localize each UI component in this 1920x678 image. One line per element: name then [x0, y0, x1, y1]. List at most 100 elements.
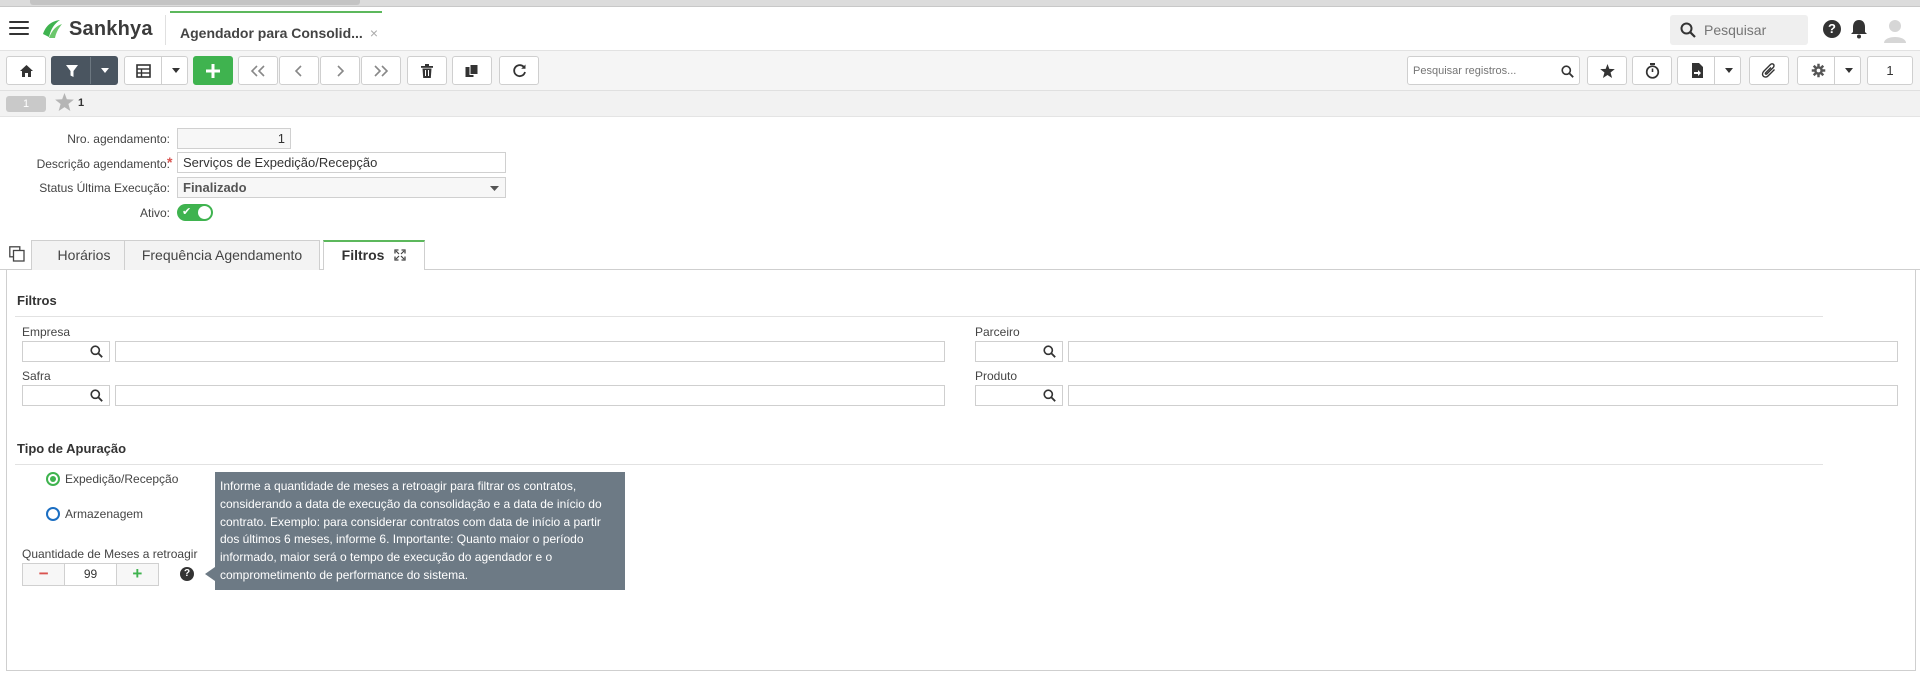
- radio-armazenagem-label: Armazenagem: [65, 507, 144, 521]
- star-icon: [1599, 63, 1615, 78]
- browser-tab-strip: [0, 0, 1920, 7]
- empresa-code-field[interactable]: [22, 341, 110, 362]
- status-ultima-execucao-label: Status Última Execução:: [39, 181, 170, 195]
- home-button[interactable]: [6, 56, 46, 85]
- refresh-icon: [512, 64, 526, 78]
- parceiro-description-field[interactable]: [1068, 341, 1898, 362]
- ativo-toggle[interactable]: ✔: [177, 204, 213, 221]
- radio-selected-icon: [46, 472, 60, 486]
- brand-logo[interactable]: Sankhya: [40, 16, 153, 42]
- expand-icon[interactable]: [394, 249, 406, 261]
- parceiro-label: Parceiro: [975, 325, 1020, 339]
- trash-icon: [421, 63, 433, 78]
- produto-code-field[interactable]: [975, 385, 1063, 406]
- refresh-button[interactable]: [499, 56, 539, 85]
- nro-agendamento-field[interactable]: 1: [177, 128, 291, 149]
- app-tab-title: Agendador para Consolid...: [180, 25, 363, 41]
- tab-horarios[interactable]: Horários: [31, 240, 137, 270]
- browser-tab[interactable]: [30, 0, 360, 5]
- attach-button[interactable]: [1749, 56, 1789, 85]
- double-chevron-right-icon: [374, 64, 389, 77]
- meses-retroagir-input[interactable]: 99: [64, 564, 117, 585]
- radio-expedicao-recepcao[interactable]: Expedição/Recepção: [46, 472, 178, 486]
- tooltip-arrow: [205, 567, 215, 581]
- tab-frequencia-agendamento[interactable]: Frequência Agendamento: [124, 240, 320, 270]
- help-tooltip: Informe a quantidade de meses a retroagi…: [215, 472, 625, 590]
- record-search-input[interactable]: [1413, 64, 1563, 77]
- global-search-input[interactable]: [1704, 22, 1804, 38]
- chevron-down-icon[interactable]: [1725, 68, 1733, 73]
- chevron-down-icon[interactable]: [172, 68, 180, 73]
- help-icon[interactable]: ?: [1823, 20, 1841, 38]
- meses-retroagir-stepper: − 99 +: [22, 563, 159, 586]
- first-record-button[interactable]: [238, 56, 278, 85]
- report-button[interactable]: [1677, 56, 1741, 85]
- radio-expedicao-label: Expedição/Recepção: [65, 472, 179, 486]
- help-icon[interactable]: ?: [180, 567, 194, 581]
- section-divider: [15, 464, 1823, 465]
- produto-description-field[interactable]: [1068, 385, 1898, 406]
- add-icon: [206, 63, 220, 78]
- record-pill[interactable]: 1: [6, 96, 46, 112]
- required-marker: *: [167, 154, 173, 170]
- search-icon[interactable]: [1561, 65, 1574, 78]
- status-ultima-execucao-select[interactable]: Finalizado: [177, 177, 506, 198]
- chevron-down-icon[interactable]: [1845, 68, 1853, 73]
- search-icon[interactable]: [1043, 345, 1056, 358]
- decrement-button[interactable]: −: [23, 564, 64, 585]
- settings-button[interactable]: [1797, 56, 1861, 85]
- descricao-agendamento-label: Descrição agendamento:: [36, 157, 170, 171]
- page-number-input[interactable]: 1: [1867, 56, 1913, 85]
- menu-icon[interactable]: [9, 21, 29, 37]
- record-bar: 1 1: [0, 91, 1920, 117]
- bell-icon[interactable]: [1850, 19, 1868, 39]
- star-icon[interactable]: [55, 93, 74, 111]
- empresa-description-field[interactable]: [115, 341, 945, 362]
- parceiro-code-field[interactable]: [975, 341, 1063, 362]
- copy-icon[interactable]: [9, 246, 25, 262]
- search-icon[interactable]: [1043, 389, 1056, 402]
- avatar[interactable]: [1882, 17, 1908, 43]
- previous-record-button[interactable]: [279, 56, 319, 85]
- add-button[interactable]: [193, 56, 233, 85]
- next-record-button[interactable]: [320, 56, 360, 85]
- double-chevron-left-icon: [250, 64, 265, 77]
- timer-button[interactable]: [1632, 56, 1672, 85]
- close-icon[interactable]: ×: [370, 25, 378, 41]
- global-search[interactable]: [1670, 15, 1808, 45]
- favorite-button[interactable]: [1587, 56, 1627, 85]
- chevron-right-icon: [337, 64, 345, 77]
- record-search[interactable]: [1407, 56, 1580, 85]
- chevron-left-icon: [294, 64, 302, 77]
- increment-button[interactable]: +: [117, 564, 158, 585]
- duplicate-button[interactable]: [452, 56, 492, 85]
- descricao-agendamento-field[interactable]: Serviços de Expedição/Recepção: [177, 152, 506, 173]
- safra-code-field[interactable]: [22, 385, 110, 406]
- home-icon: [19, 64, 33, 77]
- grid-icon: [136, 63, 151, 78]
- radio-armazenagem[interactable]: Armazenagem: [46, 507, 143, 521]
- chevron-down-icon[interactable]: [101, 68, 109, 73]
- search-icon[interactable]: [90, 389, 103, 402]
- brand-name: Sankhya: [69, 17, 153, 40]
- report-icon: [1692, 63, 1703, 78]
- toolbar: 1: [0, 51, 1920, 91]
- safra-description-field[interactable]: [115, 385, 945, 406]
- tab-bar: Horários Frequência Agendamento Filtros: [0, 240, 1920, 271]
- filter-button[interactable]: [51, 56, 118, 85]
- nro-agendamento-label: Nro. agendamento:: [67, 132, 170, 146]
- tab-filtros[interactable]: Filtros: [323, 240, 425, 271]
- duplicate-icon: [465, 63, 479, 77]
- chevron-down-icon: [490, 186, 499, 191]
- grid-view-button[interactable]: [124, 56, 188, 85]
- delete-button[interactable]: [407, 56, 447, 85]
- app-tab[interactable]: Agendador para Consolid... ×: [170, 11, 382, 51]
- meses-retroagir-label: Quantidade de Meses a retroagir: [22, 547, 198, 561]
- timer-icon: [1645, 62, 1659, 79]
- empresa-label: Empresa: [22, 325, 71, 339]
- last-record-button[interactable]: [361, 56, 401, 85]
- safra-label: Safra: [22, 369, 51, 383]
- tab-filtros-label: Filtros: [341, 247, 385, 263]
- filtros-panel: [6, 270, 1916, 671]
- search-icon[interactable]: [90, 345, 103, 358]
